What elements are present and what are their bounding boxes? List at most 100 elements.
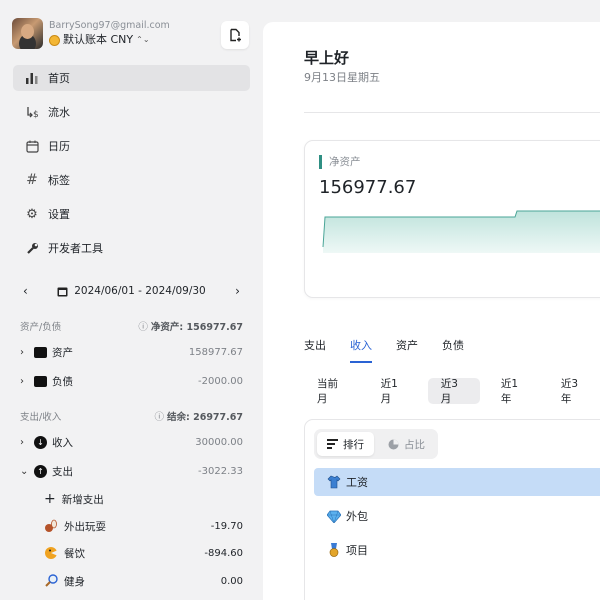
dining-icon [44,546,58,560]
gem-icon [327,509,341,523]
segment-share[interactable]: 占比 [378,432,435,456]
net-assets-value: 156977.67 [319,177,417,198]
section-title: 资产/负债 [20,322,62,333]
pie-chart-icon [388,439,399,449]
tree-row-liabilities[interactable]: › 负债 -2000.00 [20,371,243,391]
date-range-selector: ‹ 2024/06/01 - 2024/09/30 › [13,280,250,302]
arrow-down-circle-icon: ↓ [34,435,47,449]
nav-item-tags[interactable]: # 标签 [13,167,250,193]
rank-item-project[interactable]: 项目 [314,536,600,564]
nav-item-label: 开发者工具 [48,242,103,255]
rank-item-outsourcing[interactable]: 外包 [314,502,600,530]
prev-period-icon[interactable]: ‹ [23,284,28,298]
bowling-icon [44,519,58,533]
assets-section-header: 资产/负债 ⓘ 净资产: 156977.67 [20,319,243,333]
new-entry-button[interactable] [221,21,249,49]
main-panel: 早上好 9月13日星期五 净资产 156977.67 支出 收入 资产 负债 当… [263,22,600,600]
nav-item-calendar[interactable]: 日历 [13,133,250,159]
avatar [12,18,43,49]
tree-row-fitness[interactable]: 健身 0.00 [44,571,243,591]
tree-row-income[interactable]: › ↓ 收入 30000.00 [20,432,243,452]
range-last-1-year[interactable]: 近1年 [488,378,540,405]
row-amount: 158977.67 [188,346,243,358]
flow-section-header: 支出/收入 ⓘ 结余: 26977.67 [20,409,243,423]
net-assets-summary: ⓘ 净资产: 156977.67 [138,322,243,333]
segment-ranking[interactable]: 排行 [317,432,374,456]
medal-icon [327,543,341,557]
date-range-text[interactable]: 2024/06/01 - 2024/09/30 [74,285,206,297]
nav-item-label: 设置 [48,208,70,221]
plus-icon: + [44,491,56,507]
nav-item-transactions[interactable]: $ 流水 [13,99,250,125]
tab-liabilities[interactable]: 负债 [442,337,464,363]
tab-assets[interactable]: 资产 [396,337,418,363]
account-switcher[interactable]: BarrySong97@gmail.com 默认账本 CNY ⌃⌄ [12,18,170,49]
credit-card-icon [34,375,47,387]
range-current-month[interactable]: 当前月 [304,378,360,405]
sidebar: BarrySong97@gmail.com 默认账本 CNY ⌃⌄ 首页 $ 流 [0,0,263,600]
net-assets-card[interactable]: 净资产 156977.67 [304,140,600,298]
tab-income[interactable]: 收入 [350,337,372,363]
row-amount: -3022.33 [198,465,243,477]
racket-icon [44,574,58,588]
chevron-right-icon: › [20,375,24,387]
gear-icon: ⚙ [26,206,38,222]
tree-row-assets[interactable]: › 资产 158977.67 [20,342,243,362]
tab-expense[interactable]: 支出 [304,337,326,363]
main-nav: 首页 $ 流水 日历 # 标签 ⚙ 设置 开发者工具 [13,65,250,269]
bar-chart-icon [24,70,40,86]
new-entry-icon [230,28,241,42]
rank-item-salary[interactable]: 工资 [314,468,600,496]
calendar-icon [57,287,68,296]
nav-item-devtools[interactable]: 开发者工具 [13,235,250,261]
row-label: 支出 [52,465,73,478]
divider [304,112,600,113]
net-assets-label: 净资产 [319,155,361,169]
nav-item-settings[interactable]: ⚙ 设置 [13,201,250,227]
range-last-1-month[interactable]: 近1月 [368,378,420,405]
ranking-card: 排行 占比 工资 外包 项目 [304,419,600,600]
wallet-icon [34,346,47,358]
rank-item-label: 外包 [346,510,368,523]
tree-row-expense[interactable]: ⌄ ↑ 支出 -3022.33 [20,461,243,481]
chevron-up-down-icon: ⌃⌄ [136,35,150,44]
nav-item-home[interactable]: 首页 [13,65,250,91]
row-label: 负债 [52,375,73,388]
ranking-icon [327,439,338,449]
segment-label: 排行 [343,438,364,451]
row-amount: -2000.00 [198,375,243,387]
category-tabs: 支出 收入 资产 负债 [304,337,464,363]
hashtag-icon: # [26,172,38,188]
greeting: 早上好 [304,49,350,67]
row-label: 收入 [52,436,73,449]
calendar-icon [24,138,40,154]
transfer-icon: $ [24,104,40,120]
net-assets-sparkline [322,210,600,253]
balance-summary: ⓘ 结余: 26977.67 [154,412,243,423]
info-icon: ⓘ [138,322,151,333]
tree-row-outing[interactable]: 外出玩耍 -19.70 [44,516,243,536]
rank-item-label: 项目 [346,544,368,557]
wrench-icon [24,240,40,256]
view-segmented-control: 排行 占比 [314,429,438,459]
row-label: 资产 [52,346,73,359]
tree-row-dining[interactable]: 餐饮 -894.60 [44,543,243,563]
svg-text:$: $ [33,110,39,119]
range-last-3-years[interactable]: 近3年 [548,378,600,405]
range-last-3-months[interactable]: 近3月 [427,378,480,405]
row-amount: 30000.00 [195,436,243,448]
nav-item-label: 首页 [48,72,70,85]
section-title: 支出/收入 [20,412,62,423]
row-label: 外出玩耍 [64,520,106,533]
info-icon: ⓘ [154,412,167,423]
row-label: 健身 [64,575,85,588]
nav-item-label: 日历 [48,140,70,153]
add-expense-button[interactable]: + 新增支出 [44,489,243,509]
next-period-icon[interactable]: › [235,284,240,298]
chevron-right-icon: › [20,436,24,448]
account-email: BarrySong97@gmail.com [49,20,170,31]
row-amount: -894.60 [204,547,243,559]
shirt-icon [327,475,341,489]
chevron-right-icon: › [20,346,24,358]
book-name: 默认账本 CNY [63,33,134,46]
